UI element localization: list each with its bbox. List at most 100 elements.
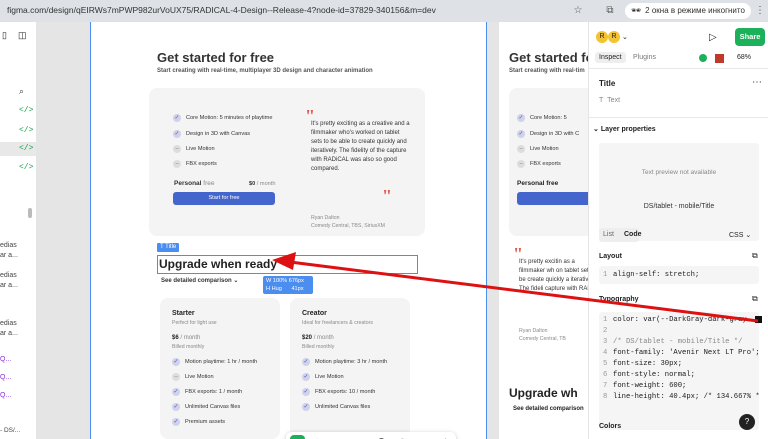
- scrollbar[interactable]: [28, 208, 32, 218]
- tab-inspect[interactable]: Inspect: [595, 52, 626, 63]
- list-item: – Live Motion: [173, 145, 215, 153]
- layer-label[interactable]: ar a...: [0, 282, 18, 289]
- size-badge: W 100% 676px H Hug 41px: [263, 276, 313, 294]
- author-name: Ryan Dalton: [519, 328, 548, 334]
- text-icon: T: [599, 97, 604, 104]
- page-subheading[interactable]: Start creating with real-tim: [509, 68, 585, 74]
- incognito-icon: 🕶: [631, 6, 642, 15]
- color-swatch[interactable]: [755, 316, 762, 323]
- check-icon: ✓: [172, 403, 180, 411]
- pages-icon[interactable]: ▯: [2, 30, 7, 41]
- layer-label[interactable]: Q...: [0, 374, 11, 381]
- layer-type: T Text: [599, 97, 621, 104]
- code-icon[interactable]: </>: [19, 126, 33, 135]
- plan-card-starter[interactable]: Starter Perfect for light use $6 / month…: [160, 298, 280, 439]
- avatar[interactable]: R: [608, 31, 620, 43]
- help-button[interactable]: ?: [739, 414, 755, 430]
- list-item: ✓ Unlimited Canvas files: [172, 403, 241, 411]
- language-select[interactable]: CSS ⌄: [729, 231, 751, 239]
- colors-header: Colors: [599, 423, 622, 430]
- chat-icon[interactable]: ◯: [374, 435, 389, 439]
- pricing-card[interactable]: ✓ Core Motion: 5 minutes of playtime ✓ Des…: [149, 88, 425, 236]
- check-icon: ✓: [173, 114, 181, 122]
- code-icon[interactable]: </>: [19, 163, 33, 172]
- copy-icon[interactable]: ⧉: [752, 251, 758, 261]
- comparison-link[interactable]: See detailed comparison ⌄: [161, 277, 238, 284]
- design-frame-secondary[interactable]: Get started for Start creating with real…: [499, 22, 588, 439]
- check-icon: ✓: [517, 130, 525, 138]
- search-icon[interactable]: ⌕: [19, 86, 24, 97]
- author-role: Comedy Central, TB: [519, 336, 566, 342]
- code-icon[interactable]: </>: [19, 106, 33, 115]
- tab-plugins[interactable]: Plugins: [633, 54, 656, 61]
- layer-label[interactable]: Q...: [0, 392, 11, 399]
- plan-tag: Ideal for freelancers & creators: [302, 320, 373, 326]
- play-icon[interactable]: ▷: [709, 32, 717, 43]
- move-tool-icon[interactable]: ➤: [290, 435, 305, 439]
- dev-mode-icon[interactable]: ⊞: [416, 435, 431, 439]
- upgrade-heading[interactable]: Upgrade wh: [509, 386, 578, 400]
- chevron-down-icon: ⌄: [593, 126, 599, 133]
- code-icon[interactable]: </>: [19, 144, 33, 153]
- plan-card-creator[interactable]: Creator Ideal for freelancers & creators…: [290, 298, 410, 439]
- layer-label[interactable]: edias: [0, 272, 17, 279]
- start-free-button[interactable]: Start for free: [173, 192, 275, 205]
- extensions-icon[interactable]: ⧉: [603, 4, 617, 18]
- star-icon[interactable]: ☆: [571, 4, 585, 18]
- layer-label[interactable]: edias: [0, 320, 17, 327]
- share-button[interactable]: Share: [735, 28, 765, 46]
- layer-properties-header[interactable]: ⌄ Layer properties: [593, 125, 656, 133]
- list-item: ✓ Motion playtime: 1 hr / month: [172, 358, 258, 366]
- incognito-badge[interactable]: 🕶 2 окна в режиме инкогнито: [625, 3, 751, 19]
- layer-label[interactable]: ar a...: [0, 252, 18, 259]
- status-icon[interactable]: [699, 54, 707, 62]
- list-item: – Live Motion: [172, 373, 214, 381]
- check-icon: ✓: [172, 388, 180, 396]
- pricing-card[interactable]: ✓ Core Motion: 5 ✓ Design in 3D with C – Li…: [509, 88, 588, 236]
- plugin-icon[interactable]: ⚇: [395, 435, 410, 439]
- list-item: – FBX exports: [173, 160, 217, 168]
- selected-title[interactable]: Upgrade when ready: [157, 255, 418, 274]
- start-free-button[interactable]: [517, 192, 588, 205]
- plan-price: $6 / month: [172, 335, 201, 341]
- tab-code[interactable]: Code: [624, 231, 642, 238]
- typography-code[interactable]: 1 color: var(--DarkGray-dark-gray 2 3/* D…: [599, 312, 759, 430]
- plan-price: $0 / month: [249, 181, 276, 187]
- chevron-down-icon[interactable]: ⌄: [622, 33, 628, 41]
- tab-list[interactable]: List: [603, 231, 614, 238]
- sidebar-toggle-icon[interactable]: ◫: [18, 30, 27, 41]
- menu-icon[interactable]: ⋮: [753, 4, 767, 18]
- comparison-link[interactable]: See detailed comparison: [513, 406, 584, 412]
- layer-label[interactable]: Q...: [0, 356, 11, 363]
- check-icon: ✓: [302, 403, 310, 411]
- check-icon: ✓: [302, 358, 310, 366]
- code-icon[interactable]: </>: [437, 435, 452, 439]
- pen-tool-icon[interactable]: ✎: [311, 435, 326, 439]
- design-canvas[interactable]: Get started for free Start creating with…: [37, 22, 588, 439]
- minus-icon: –: [517, 160, 525, 168]
- minus-icon: –: [172, 373, 180, 381]
- plugin-icon[interactable]: [715, 54, 724, 63]
- bottom-toolbar: ➤ ✎ ⊘ ▭ ◯ ⚇ ⊞ </>: [286, 432, 456, 439]
- comment-tool-icon[interactable]: ▭: [353, 435, 368, 439]
- page-heading[interactable]: Get started for: [509, 50, 588, 65]
- design-frame[interactable]: Get started for free Start creating with…: [90, 22, 487, 439]
- zoom-level[interactable]: 68%: [737, 54, 751, 61]
- list-item: ✓ Design in 3D with Canvas: [173, 130, 251, 138]
- minus-icon: –: [517, 145, 525, 153]
- url-field[interactable]: figma.com/design/qEIRWs7mPWP982urVoUX75/…: [7, 5, 436, 15]
- author-name: Ryan Dalton: [311, 215, 340, 221]
- layer-label[interactable]: ar a...: [0, 330, 18, 337]
- layer-label[interactable]: - DS/...: [0, 427, 20, 434]
- more-icon[interactable]: ⋯: [752, 77, 762, 88]
- avatar[interactable]: R: [596, 31, 608, 43]
- layout-code[interactable]: 1 align-self: stretch;: [599, 266, 759, 284]
- minus-icon: –: [173, 145, 181, 153]
- list-item: ✓ FBX exports: 1 / month: [172, 388, 243, 396]
- measure-tool-icon[interactable]: ⊘: [332, 435, 347, 439]
- browser-address-bar: figma.com/design/qEIRWs7mPWP982urVoUX75/…: [0, 0, 768, 22]
- layer-label[interactable]: edias: [0, 242, 17, 249]
- page-subheading[interactable]: Start creating with real-time, multiplay…: [157, 68, 373, 74]
- copy-icon[interactable]: ⧉: [752, 294, 758, 304]
- page-heading[interactable]: Get started for free: [157, 50, 274, 65]
